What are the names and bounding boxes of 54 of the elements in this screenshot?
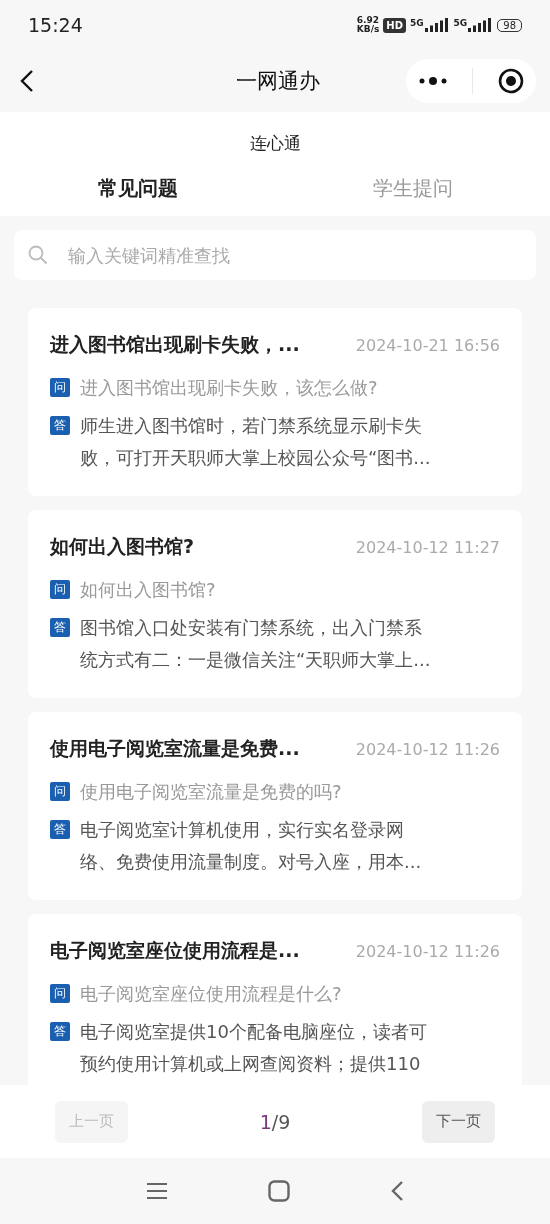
- date-text: 2024-10-12 11:27: [355, 537, 500, 557]
- net-speed-value: 6.92: [356, 16, 380, 25]
- page-separator: /: [271, 1110, 279, 1133]
- answer-tag: 答: [50, 416, 70, 435]
- current-page: 1: [259, 1110, 272, 1133]
- question-tag: 问: [50, 984, 70, 1003]
- faq-card[interactable]: 如何出入图书馆? 2024-10-12 11:27 问 如何出入图书馆? 答 图书馆入口处安装有门禁系统，出入门禁系 统方式有二：一是微信关注“天职师大掌上...: [28, 510, 522, 698]
- question-title: 如何出入图书馆?: [50, 534, 195, 559]
- clock-time: 15:24: [28, 14, 83, 36]
- answer-tag: 答: [50, 618, 70, 637]
- question-text: 如何出入图书馆?: [80, 578, 216, 602]
- question-title: 使用电子阅览室流量是免费...: [50, 736, 300, 761]
- answer-text: 络、免费使用流量制度。对号入座，用本...: [80, 850, 422, 874]
- answer-text: 师生进入图书馆时，若门禁系统显示刷卡失: [80, 414, 423, 438]
- hd-badge: HD: [383, 17, 406, 33]
- question-tag: 问: [50, 782, 70, 801]
- question-text: 使用电子阅览室流量是免费的吗?: [80, 780, 342, 804]
- net-speed-unit: KB/s: [356, 25, 380, 34]
- answer-text: 败，可打开天职师大掌上校园公众号“图书...: [80, 446, 431, 470]
- signal-icon: [467, 18, 494, 32]
- back-icon[interactable]: [20, 69, 34, 93]
- answer-text: 电子阅览室计算机使用，实行实名登录网: [80, 818, 405, 842]
- question-text: 进入图书馆出现刷卡失败，该怎么做?: [80, 376, 378, 400]
- faq-card[interactable]: 使用电子阅览室流量是免费... 2024-10-12 11:26 问 使用电子阅览室流量是免费的吗? 答 电子阅览室计算机使用，实行实名登录网 络、免费使用流量制度。对号入座，用本...: [28, 712, 522, 900]
- search-icon: [28, 245, 48, 265]
- question-title: 进入图书馆出现刷卡失败，...: [50, 332, 300, 357]
- network-label: 5G: [409, 18, 424, 28]
- answer-text: 预约使用计算机或上网查阅资料；提供110: [80, 1052, 422, 1076]
- menu-icon[interactable]: [146, 1182, 168, 1200]
- date-text: 2024-10-12 11:26: [355, 941, 500, 961]
- question-title: 电子阅览室座位使用流程是...: [50, 938, 300, 963]
- question-tag: 问: [50, 378, 70, 397]
- question-text: 电子阅览室座位使用流程是什么?: [80, 982, 342, 1006]
- battery-icon: 98: [497, 18, 522, 32]
- tab[interactable]: 常见问题: [0, 169, 275, 216]
- date-text: 2024-10-21 16:56: [355, 335, 500, 355]
- more-icon[interactable]: [418, 76, 449, 86]
- faq-card[interactable]: 进入图书馆出现刷卡失败，... 2024-10-21 16:56 问 进入图书馆出现刷卡失败，该怎么做? 答 师生进入图书馆时，若门禁系统显示刷卡失 败，可打开天职师大掌上校园公众号“图书...: [28, 308, 522, 496]
- answer-text: 电子阅览室提供10个配备电脑座位，读者可: [80, 1020, 427, 1044]
- search-field[interactable]: 输入关键词精准查找: [14, 230, 536, 280]
- network-label: 5G: [453, 18, 468, 28]
- answer-tag: 答: [50, 1022, 70, 1041]
- date-text: 2024-10-12 11:26: [355, 739, 500, 759]
- home-icon[interactable]: [268, 1180, 290, 1202]
- total-pages: 9: [278, 1110, 291, 1133]
- next-page-button[interactable]: 下一页: [422, 1100, 495, 1143]
- answer-text: 统方式有二：一是微信关注“天职师大掌上...: [80, 648, 431, 672]
- question-tag: 问: [50, 580, 70, 599]
- page-title: 一网通办: [236, 68, 320, 95]
- subtitle: 连心通: [248, 132, 302, 155]
- answer-text: 图书馆入口处安装有门禁系统，出入门禁系: [80, 616, 423, 640]
- signal-icon: [423, 18, 450, 32]
- faq-card[interactable]: 电子阅览室座位使用流程是... 2024-10-12 11:26 问 电子阅览室座位使用流程是什么? 答 电子阅览室提供10个配备电脑座位，读者可 预约使用计算机或上网查阅资料；提供110: [28, 914, 522, 1085]
- answer-tag: 答: [50, 820, 70, 839]
